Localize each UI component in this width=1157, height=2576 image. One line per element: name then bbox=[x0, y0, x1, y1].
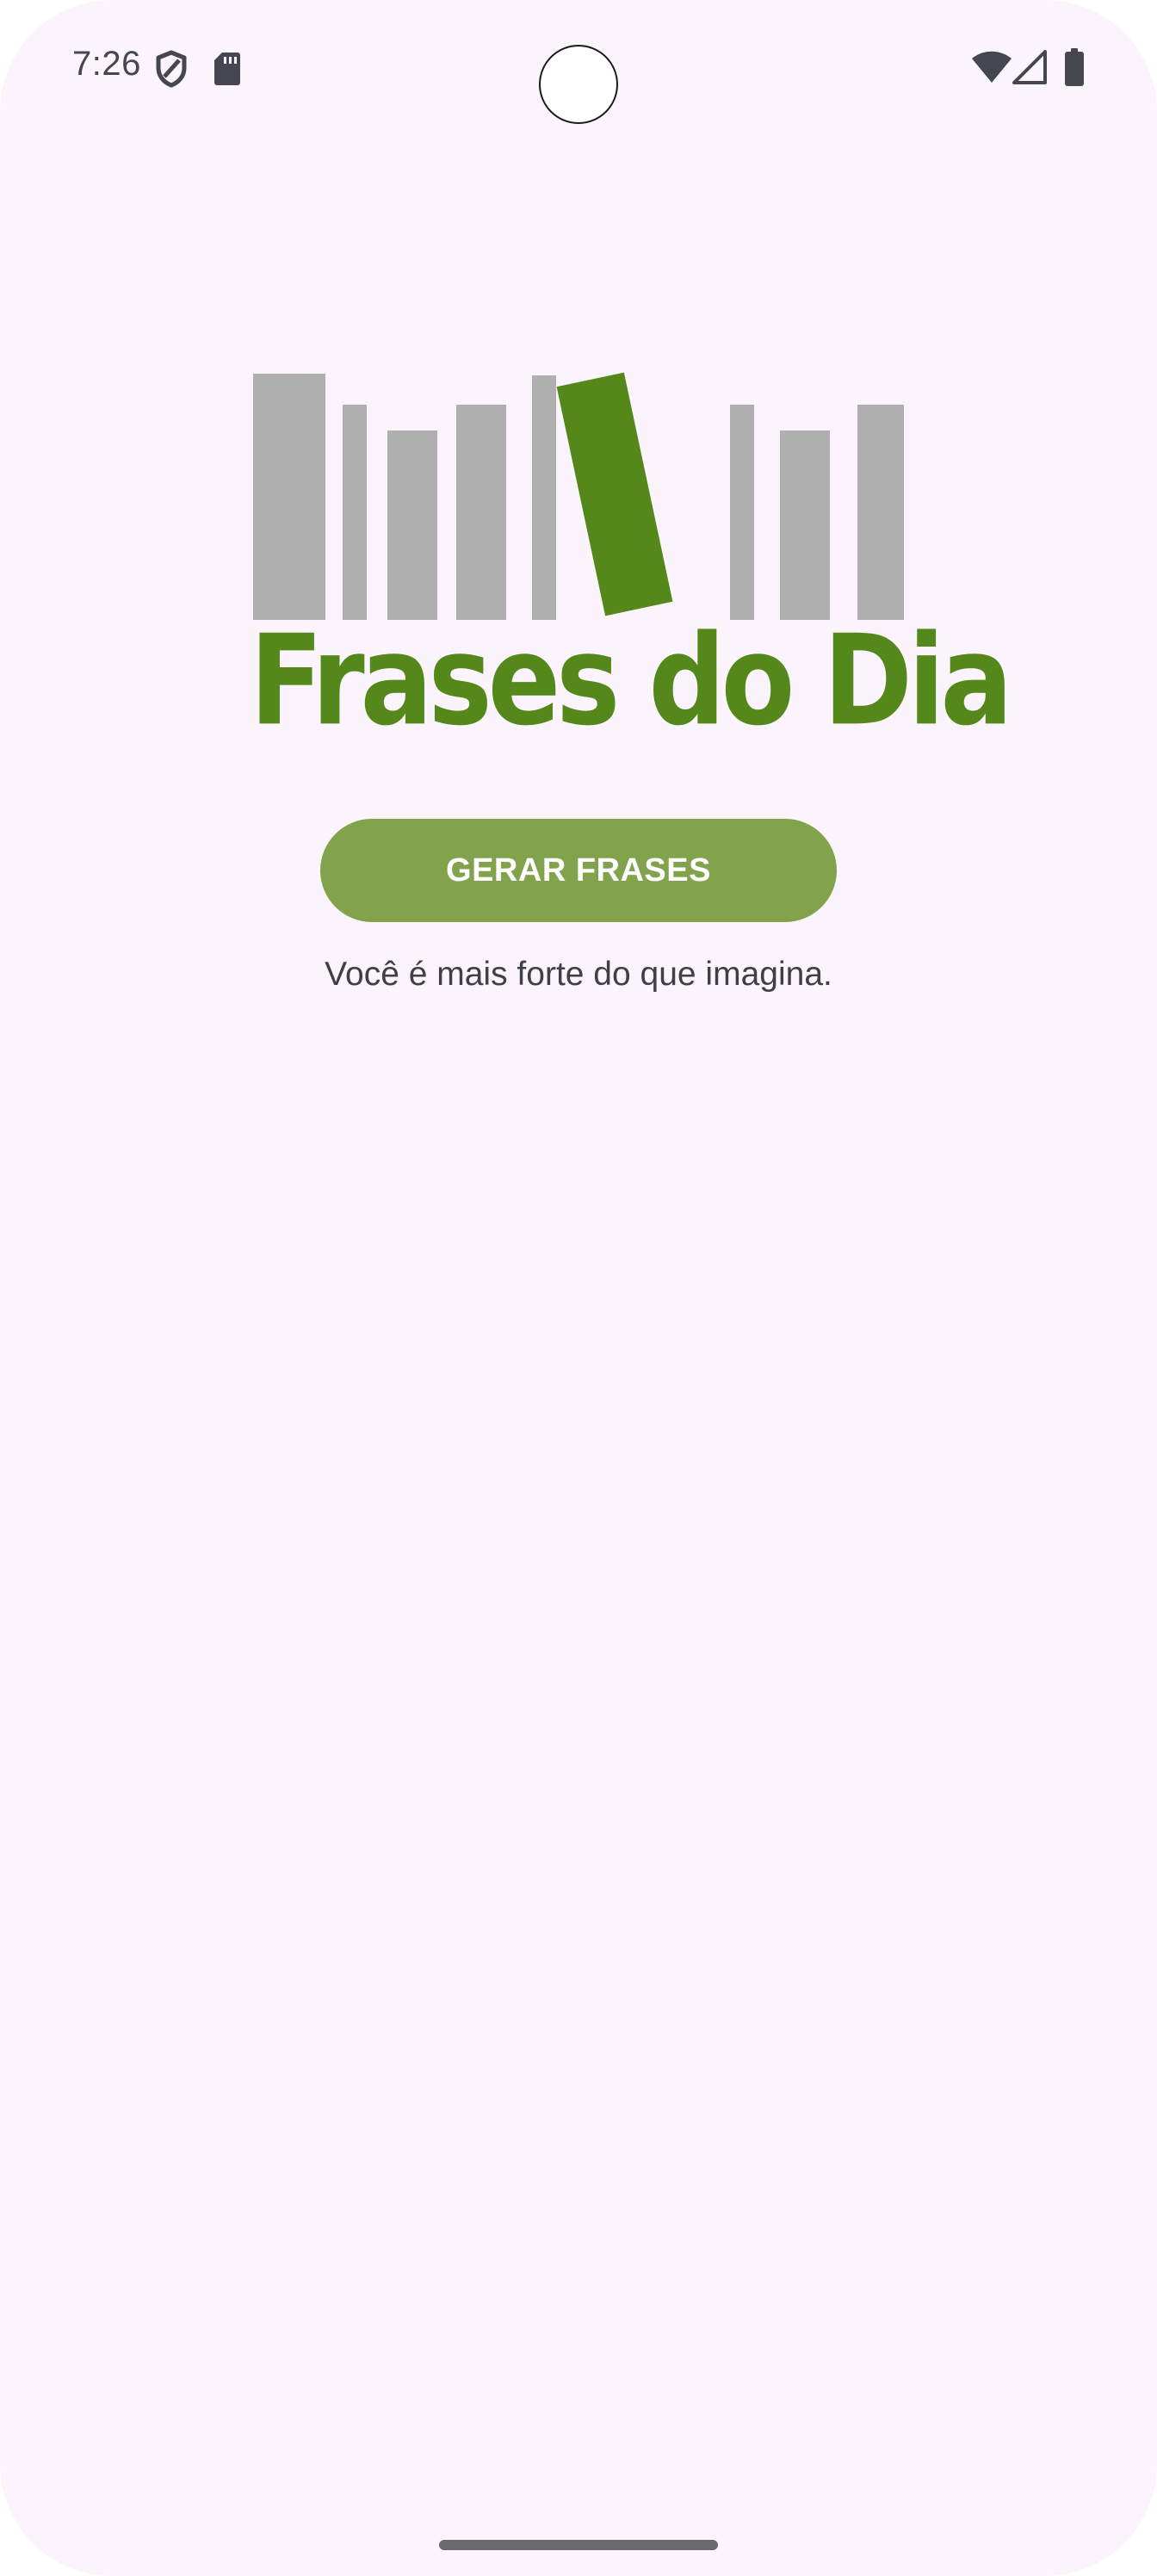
phone-screen: 7:26 Frases do Dia GERAR FRASES Você é m… bbox=[0, 0, 1157, 2576]
phrase-text: Você é mais forte do que imagina. bbox=[325, 956, 832, 993]
generate-phrases-button[interactable]: GERAR FRASES bbox=[320, 819, 837, 922]
app-logo: Frases do Dia bbox=[250, 362, 1013, 754]
battery-icon bbox=[1065, 48, 1084, 86]
status-clock: 7:26 bbox=[72, 45, 141, 83]
home-indicator[interactable] bbox=[439, 2540, 718, 2550]
logo-text: Frases do Dia bbox=[250, 608, 1013, 754]
status-bar: 7:26 bbox=[0, 0, 1157, 138]
camera-cutout bbox=[539, 45, 618, 124]
books-graphic bbox=[253, 372, 904, 620]
wifi-icon bbox=[972, 51, 1012, 83]
cellular-signal-icon bbox=[1012, 50, 1047, 84]
sd-card-icon bbox=[214, 53, 240, 85]
shield-icon bbox=[156, 50, 187, 88]
